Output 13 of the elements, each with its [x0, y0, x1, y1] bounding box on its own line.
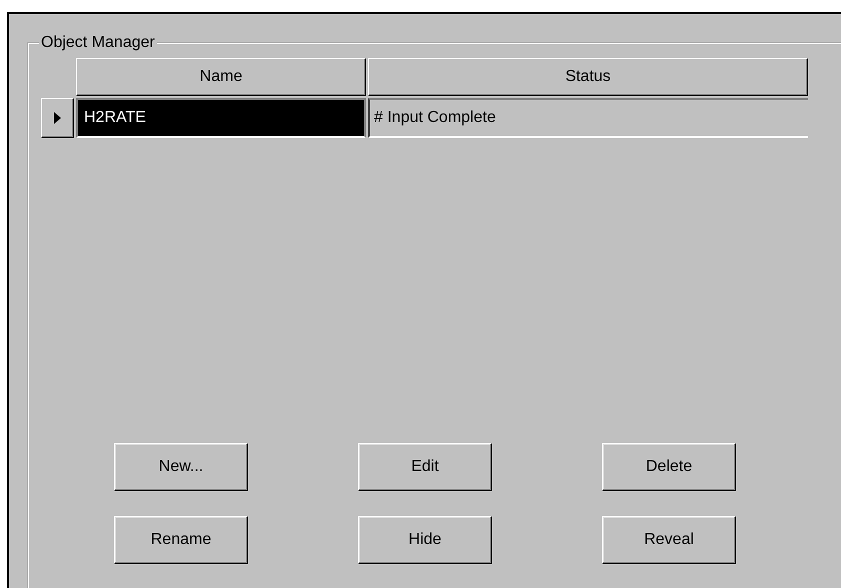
column-header[interactable]: Name	[76, 58, 366, 96]
table-cell[interactable]: # Input Complete	[368, 98, 808, 138]
dialog-button[interactable]: Delete	[602, 443, 736, 491]
dialog-button[interactable]: New...	[114, 443, 248, 491]
table-cell[interactable]: H2RATE	[76, 98, 366, 138]
dialog-button[interactable]: Edit	[358, 443, 492, 491]
group-title: Object Manager	[40, 34, 156, 52]
dialog-button[interactable]: Hide	[358, 516, 492, 564]
current-row-icon	[54, 112, 61, 124]
column-header[interactable]: Status	[368, 58, 808, 96]
dialog-button[interactable]: Rename	[114, 516, 248, 564]
row-header[interactable]	[41, 98, 74, 138]
dialog-button[interactable]: Reveal	[602, 516, 736, 564]
